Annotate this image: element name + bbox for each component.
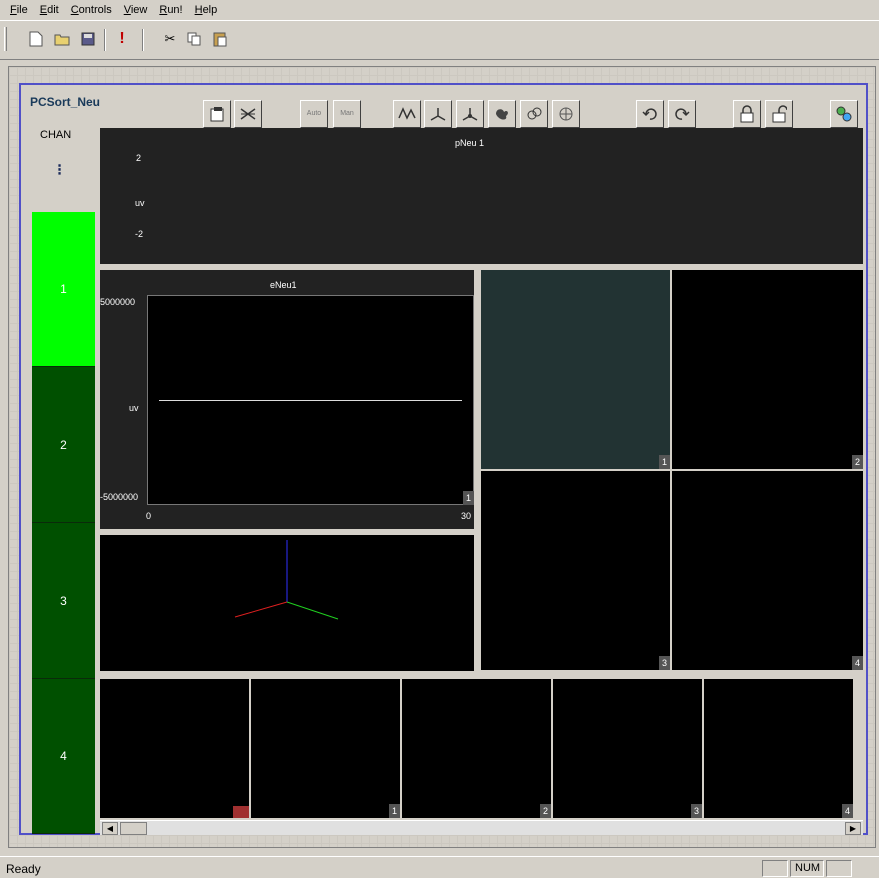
channel-selector-icon[interactable]: ⁝ [57, 160, 62, 180]
energy-plot-corner: 1 [462, 491, 474, 505]
toolbar: ! ✂ [0, 20, 879, 60]
unit-strip-number: 3 [690, 804, 702, 818]
energy-plot-area [147, 295, 474, 505]
redo-icon[interactable] [668, 100, 696, 128]
unit-strip-cell-2[interactable]: 2 [402, 679, 551, 818]
axes-3d-view[interactable] [100, 535, 474, 671]
new-file-icon[interactable] [26, 29, 46, 49]
unlock-icon[interactable] [765, 100, 793, 128]
menu-controls[interactable]: Controls [65, 0, 118, 20]
globe-icon[interactable] [552, 100, 580, 128]
waveform-strip[interactable]: pNeu 1 2 uv -2 [100, 128, 863, 264]
toolbar-grip[interactable] [4, 27, 7, 51]
menu-file[interactable]: File [4, 0, 34, 20]
paste-icon[interactable] [210, 29, 230, 49]
energy-y-min: -5000000 [100, 492, 139, 502]
status-pane-scroll [826, 860, 852, 877]
unit-strip-cell-3[interactable]: 3 [553, 679, 702, 818]
panel-title: PCSort_Neu [30, 95, 101, 109]
channel-item-3[interactable]: 3 [32, 523, 95, 679]
cut-icon[interactable]: ✂ [160, 29, 180, 49]
cluster-fill-icon[interactable] [488, 100, 516, 128]
horizontal-scrollbar[interactable]: ◀ ▶ [100, 820, 863, 835]
status-text: Ready [6, 862, 41, 876]
cluster-cell-number: 1 [658, 455, 670, 469]
waveform-y-bottom: -2 [135, 229, 144, 239]
energy-trace [159, 400, 462, 401]
cluster-cell-number: 3 [658, 656, 670, 670]
chan-label: CHAN [40, 129, 72, 141]
waveform-title: pNeu 1 [455, 138, 485, 148]
status-bar: Ready NUM [0, 856, 879, 878]
man-label: Man [340, 110, 354, 117]
run-icon[interactable]: ! [112, 29, 132, 49]
energy-x-min: 0 [146, 511, 152, 521]
unit-strip-number: 4 [841, 804, 853, 818]
auto-threshold-button[interactable]: Auto [300, 100, 328, 128]
auto-label: Auto [306, 110, 322, 117]
cluster-settings-icon[interactable] [830, 100, 858, 128]
unit-strip-number: 2 [539, 804, 551, 818]
waveform-tool-icon[interactable] [393, 100, 421, 128]
lock-icon[interactable] [733, 100, 761, 128]
scroll-thumb[interactable] [120, 822, 147, 835]
unsorted-marker [233, 806, 249, 818]
waveform-y-unit: uv [135, 198, 145, 208]
channel-label: 3 [60, 593, 67, 608]
manual-threshold-button[interactable]: Man [333, 100, 361, 128]
energy-plot-title: eNeu1 [270, 280, 297, 290]
unit-strip-cell-1[interactable]: 1 [251, 679, 400, 818]
scroll-left-icon[interactable]: ◀ [102, 822, 118, 835]
status-pane-num: NUM [790, 860, 824, 877]
menu-run[interactable]: Run! [153, 0, 188, 20]
axes-rotate-icon[interactable] [456, 100, 484, 128]
undo-icon[interactable] [636, 100, 664, 128]
menu-bar: File Edit Controls View Run! Help [0, 0, 879, 20]
cluster-cell-number: 4 [851, 656, 863, 670]
toolbar-separator [142, 29, 144, 51]
cluster-cell-number: 2 [851, 455, 863, 469]
menu-edit[interactable]: Edit [34, 0, 65, 20]
energy-plot[interactable]: eNeu1 5000000 uv -5000000 1 0 30 [100, 270, 474, 529]
channel-label: 1 [60, 282, 67, 296]
save-icon[interactable] [78, 29, 98, 49]
energy-y-max: 5000000 [100, 297, 136, 307]
menu-help[interactable]: Help [189, 0, 224, 20]
energy-x-max: 30 [461, 511, 472, 521]
waveform-y-top: 2 [136, 153, 142, 163]
scroll-right-icon[interactable]: ▶ [845, 822, 861, 835]
toolbar-separator [104, 29, 106, 51]
cluster-cell-2[interactable]: 2 [672, 270, 863, 469]
axes-tool-icon[interactable] [424, 100, 452, 128]
properties-icon[interactable] [203, 100, 231, 128]
channel-item-1[interactable]: 1 [32, 212, 95, 367]
unit-strip-number: 1 [388, 804, 400, 818]
channel-item-2[interactable]: 2 [32, 367, 95, 523]
scale-icon[interactable] [234, 100, 262, 128]
unit-strip-cell-unsorted[interactable] [100, 679, 249, 818]
menu-view[interactable]: View [118, 0, 154, 20]
cluster-cell-4[interactable]: 4 [672, 471, 863, 670]
copy-icon[interactable] [184, 29, 204, 49]
status-pane-empty [762, 860, 788, 877]
energy-y-unit: uv [129, 403, 139, 413]
cluster-cell-3[interactable]: 3 [481, 471, 670, 670]
channel-label: 4 [60, 749, 67, 763]
channel-item-4[interactable]: 4 [32, 679, 95, 834]
cluster-outline-icon[interactable] [520, 100, 548, 128]
open-folder-icon[interactable] [52, 29, 72, 49]
unit-strip-cell-4[interactable]: 4 [704, 679, 853, 818]
cluster-cell-1[interactable]: 1 [481, 270, 670, 469]
channel-label: 2 [60, 437, 67, 452]
